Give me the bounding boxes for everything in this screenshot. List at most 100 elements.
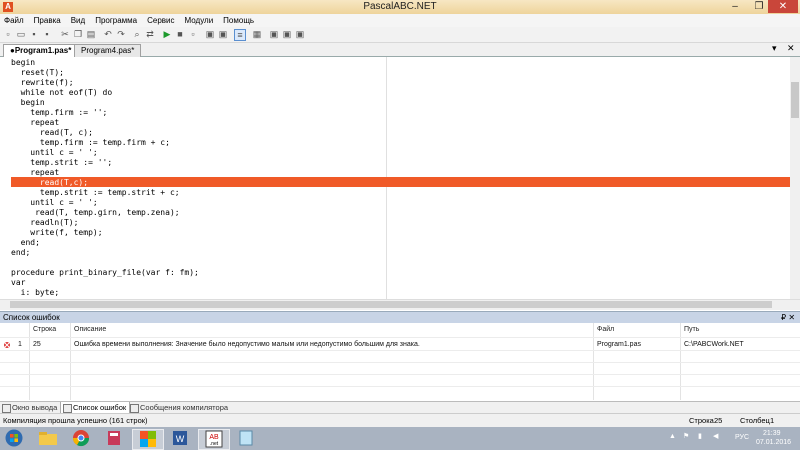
close-button[interactable]: ✕ bbox=[768, 0, 798, 13]
start-button[interactable] bbox=[2, 429, 26, 448]
new-file-icon[interactable]: ▫ bbox=[3, 29, 13, 39]
menu-service[interactable]: Сервис bbox=[142, 14, 179, 27]
tab-program4[interactable]: Program4.pas* bbox=[74, 44, 142, 57]
tab-close-icon[interactable]: ✕ bbox=[787, 43, 795, 54]
status-column-label: Столбец bbox=[740, 416, 770, 425]
code-line[interactable]: repeat bbox=[11, 118, 59, 128]
code-line[interactable]: until c = ' '; bbox=[11, 198, 97, 208]
step-into-icon[interactable]: ▣ bbox=[205, 29, 215, 39]
error-row-line: 25 bbox=[33, 341, 41, 348]
code-line[interactable]: readln(T); bbox=[11, 218, 78, 228]
code-line[interactable]: read(T, c); bbox=[11, 128, 93, 138]
error-row-index: 1 bbox=[18, 341, 22, 348]
error-list-icon bbox=[63, 404, 72, 413]
tray-arrow-icon[interactable]: ▲ bbox=[669, 433, 676, 440]
code-line[interactable]: end; bbox=[11, 238, 40, 248]
menu-program[interactable]: Программа bbox=[90, 14, 142, 27]
step-icon[interactable]: ▫ bbox=[188, 29, 198, 39]
pascalabc-taskbar-icon[interactable] bbox=[132, 429, 164, 450]
undo-icon[interactable]: ↶ bbox=[103, 29, 113, 39]
error-icon bbox=[3, 341, 11, 348]
tab-program1[interactable]: ●Program1.pas* bbox=[3, 44, 79, 57]
row-divider bbox=[0, 350, 800, 351]
code-line[interactable]: repeat bbox=[11, 168, 59, 178]
status-line-value: 25 bbox=[714, 416, 723, 425]
tray-date[interactable]: 07.01.2016 bbox=[756, 439, 791, 446]
code-line[interactable]: temp.firm := ''; bbox=[11, 108, 107, 118]
output-icon[interactable]: ▣ bbox=[295, 29, 305, 39]
row-divider bbox=[0, 374, 800, 375]
word-icon[interactable]: W bbox=[165, 429, 195, 448]
tray-language[interactable]: РУС bbox=[735, 434, 749, 441]
error-line-highlight bbox=[11, 177, 790, 187]
format-code-icon[interactable]: ≡ bbox=[234, 29, 246, 41]
code-line[interactable]: procedure print_binary_file(var f: fm); bbox=[11, 268, 199, 278]
menu-view[interactable]: Вид bbox=[66, 14, 90, 27]
tray-flag-icon[interactable]: ⚑ bbox=[683, 432, 689, 440]
error-row-path: C:\PABCWork.NET bbox=[684, 341, 744, 348]
error-row-file: Program1.pas bbox=[597, 341, 641, 348]
menu-help[interactable]: Помощь bbox=[218, 14, 259, 27]
code-line[interactable]: var bbox=[11, 278, 25, 288]
code-line[interactable]: while not eof(T) do bbox=[11, 88, 113, 98]
code-line[interactable]: temp.strit := temp.strit + c; bbox=[11, 188, 180, 198]
tray-time[interactable]: 21:39 bbox=[763, 430, 781, 437]
code-line[interactable]: temp.firm := temp.firm + c; bbox=[11, 138, 170, 148]
step-over-icon[interactable]: ▣ bbox=[218, 29, 228, 39]
column-header-file[interactable]: Файл bbox=[597, 326, 614, 333]
form-icon[interactable]: ▣ bbox=[269, 29, 279, 39]
code-line[interactable]: until c = ' '; bbox=[11, 148, 97, 158]
code-line[interactable]: begin bbox=[11, 58, 35, 68]
notepad-icon[interactable] bbox=[231, 429, 261, 448]
copy-icon[interactable]: ❐ bbox=[73, 29, 83, 39]
code-line[interactable]: begin bbox=[11, 98, 45, 108]
tab-dropdown-icon[interactable]: ▾ bbox=[772, 43, 777, 54]
tray-network-icon[interactable]: ▮ bbox=[698, 432, 702, 440]
redo-icon[interactable]: ↷ bbox=[116, 29, 126, 39]
tray-volume-icon[interactable]: ◀ bbox=[713, 432, 718, 440]
chrome-icon[interactable] bbox=[66, 429, 96, 448]
tab-output-window[interactable]: Окно вывода bbox=[0, 402, 60, 413]
menu-bar: Файл Правка Вид Программа Сервис Модули Помощь bbox=[0, 14, 800, 27]
toolbar: ▫ ▭ ▪ ▪ ✂ ❐ ▤ ↶ ↷ ⌕ ⇄ ▶ ■ ▫ ▣ ▣ ≡ ▦ ▣ ▣ … bbox=[0, 27, 800, 43]
window-icon[interactable]: ▣ bbox=[282, 29, 292, 39]
code-line[interactable]: i: byte; bbox=[11, 288, 60, 298]
error-panel-title: Список ошибок bbox=[3, 313, 60, 322]
tab-compiler-messages[interactable]: Сообщения компилятора bbox=[128, 402, 231, 413]
cut-icon[interactable]: ✂ bbox=[60, 29, 70, 39]
save-all-icon[interactable]: ▪ bbox=[42, 29, 52, 39]
editor-tab-bar: ●Program1.pas* Program4.pas* ▾ ✕ bbox=[0, 43, 800, 57]
explorer-icon[interactable] bbox=[33, 429, 63, 448]
save-icon[interactable]: ▪ bbox=[29, 29, 39, 39]
file-manager-icon[interactable] bbox=[99, 429, 129, 448]
pascalabc-net-icon[interactable]: AB .net bbox=[198, 429, 230, 450]
menu-modules[interactable]: Модули bbox=[180, 14, 219, 27]
paste-icon[interactable]: ▤ bbox=[86, 29, 96, 39]
open-file-icon[interactable]: ▭ bbox=[16, 29, 26, 39]
editor-vertical-scroll-thumb[interactable] bbox=[791, 82, 799, 118]
code-line[interactable]: write(f, temp); bbox=[11, 228, 102, 238]
column-header-line[interactable]: Строка bbox=[33, 326, 56, 333]
status-message: Компиляция прошла успешно (161 строк) bbox=[3, 416, 148, 425]
menu-edit[interactable]: Правка bbox=[29, 14, 66, 27]
status-bar: Компиляция прошла успешно (161 строк) Ст… bbox=[0, 413, 800, 427]
code-line[interactable]: rewrite(f); bbox=[11, 78, 74, 88]
find-icon[interactable]: ⌕ bbox=[132, 29, 142, 39]
code-line[interactable]: read(T, temp.girn, temp.zena); bbox=[11, 208, 180, 218]
tab-output-window-label: Окно вывода bbox=[12, 403, 58, 412]
code-line[interactable]: temp.strit := ''; bbox=[11, 158, 112, 168]
code-line[interactable]: reset(T); bbox=[11, 68, 64, 78]
run-icon[interactable]: ▶ bbox=[162, 29, 172, 39]
code-line[interactable]: read(T,c); bbox=[11, 178, 88, 188]
error-panel-pin-close[interactable]: ₽ ✕ bbox=[781, 312, 795, 323]
stop-icon[interactable]: ■ bbox=[175, 29, 185, 39]
minimize-button[interactable]: – bbox=[722, 0, 748, 13]
column-header-description[interactable]: Описание bbox=[74, 326, 106, 333]
replace-icon[interactable]: ⇄ bbox=[145, 29, 155, 39]
editor-horizontal-scroll-thumb[interactable] bbox=[10, 301, 772, 308]
svg-text:AB: AB bbox=[209, 434, 219, 441]
compile-icon[interactable]: ▦ bbox=[252, 29, 262, 39]
code-line[interactable]: end; bbox=[11, 248, 30, 258]
column-header-path[interactable]: Путь bbox=[684, 326, 699, 333]
menu-file[interactable]: Файл bbox=[0, 14, 29, 27]
